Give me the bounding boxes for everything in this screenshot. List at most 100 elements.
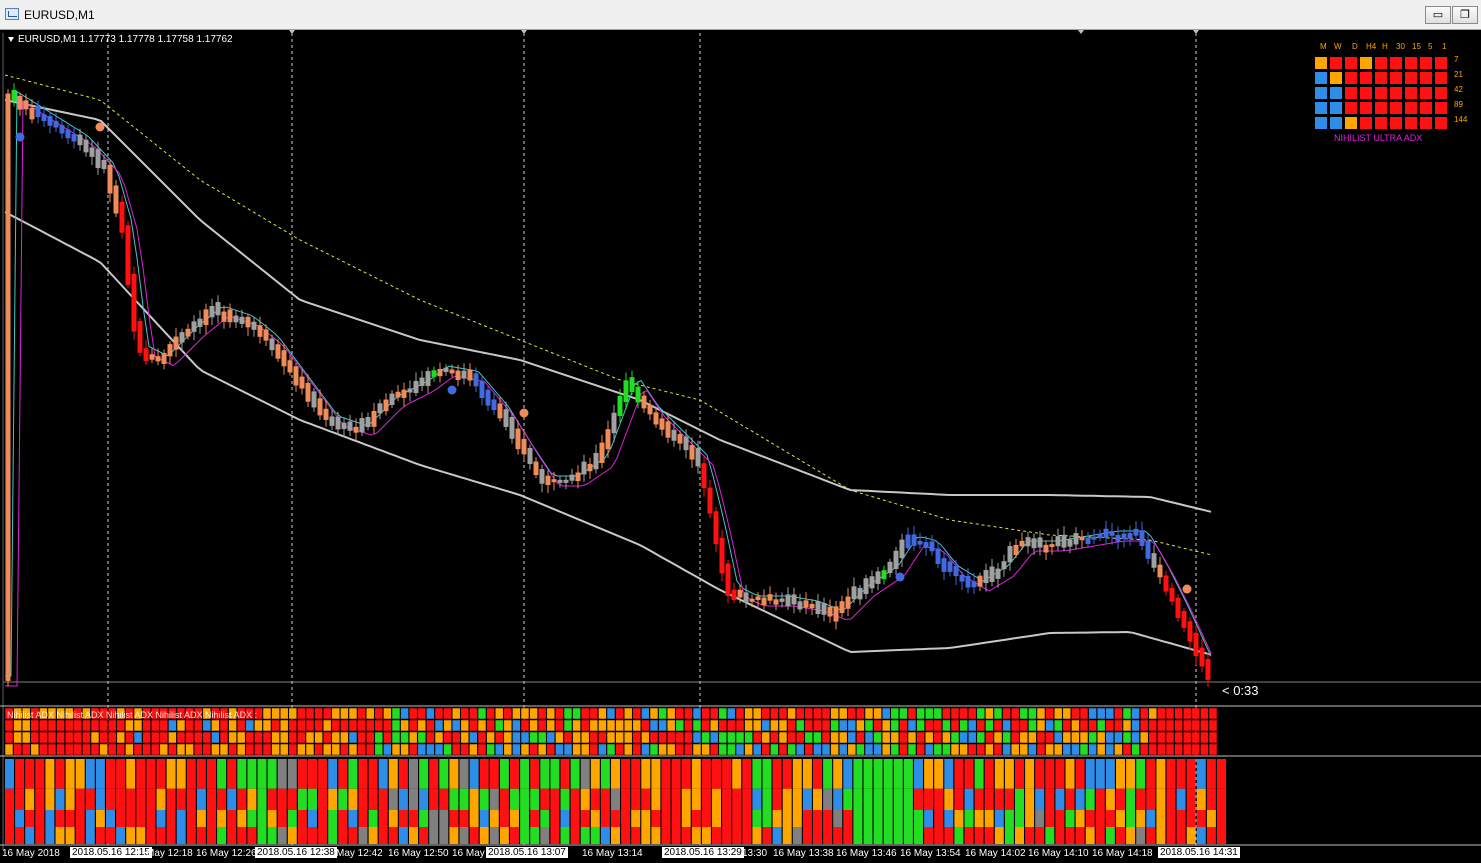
adx-grid-cell bbox=[383, 719, 392, 732]
adx-grid-cell bbox=[873, 743, 882, 756]
adx-grid-cell bbox=[1157, 707, 1166, 720]
mtf-cell bbox=[1329, 71, 1343, 85]
histogram-segment bbox=[277, 810, 287, 827]
adx-grid-cell bbox=[1088, 743, 1097, 756]
candle-body bbox=[569, 474, 575, 481]
histogram-segment bbox=[1217, 759, 1226, 789]
adx-grid-cell bbox=[555, 707, 564, 720]
histogram-segment bbox=[35, 810, 45, 827]
time-label: 16 May 13:54 bbox=[900, 848, 961, 859]
histogram-segment bbox=[994, 788, 1004, 810]
histogram-segment bbox=[984, 827, 994, 844]
adx-grid-cell bbox=[236, 719, 246, 732]
adx-grid-cell bbox=[1122, 719, 1132, 732]
histogram-segment bbox=[196, 788, 206, 810]
histogram-segment bbox=[247, 759, 257, 789]
candle-body bbox=[161, 352, 167, 364]
histogram-segment bbox=[5, 810, 14, 827]
histogram-segment bbox=[338, 788, 348, 810]
candle-body bbox=[311, 391, 317, 408]
adx-grid-cell bbox=[305, 731, 315, 744]
candle-body bbox=[989, 566, 995, 582]
histogram-segment bbox=[843, 759, 853, 789]
collapse-triangle-icon[interactable] bbox=[8, 36, 14, 42]
candle-body bbox=[377, 403, 383, 414]
adx-grid-cell bbox=[804, 707, 814, 720]
histogram-segment bbox=[914, 788, 923, 810]
adx-grid-cell bbox=[675, 743, 685, 756]
histogram-segment bbox=[611, 810, 620, 827]
histogram-segment bbox=[863, 827, 873, 844]
histogram-segment bbox=[328, 759, 338, 789]
adx-grid-cell bbox=[150, 719, 160, 732]
adx-grid-cell bbox=[856, 731, 865, 744]
adx-grid-cell bbox=[159, 743, 169, 756]
adx-grid-cell bbox=[1105, 731, 1115, 744]
histogram-segment bbox=[762, 759, 772, 789]
histogram-segment bbox=[308, 788, 317, 810]
histogram-segment bbox=[712, 759, 721, 789]
minimize-button[interactable]: ▭ bbox=[1425, 6, 1451, 24]
adx-grid-cell bbox=[236, 743, 246, 756]
adx-grid-cell bbox=[580, 719, 590, 732]
histogram-segment bbox=[186, 810, 196, 827]
adx-grid-cell bbox=[451, 707, 461, 720]
candle-body bbox=[185, 328, 191, 337]
histogram-segment bbox=[1176, 759, 1186, 789]
maximize-button[interactable]: ❐ bbox=[1452, 6, 1478, 24]
adx-grid-cell bbox=[864, 719, 874, 732]
adx-grid-cell bbox=[838, 707, 848, 720]
adx-grid-cell bbox=[4, 719, 14, 732]
adx-grid-cell bbox=[469, 707, 478, 720]
candle-body bbox=[353, 426, 359, 433]
adx-grid-cell bbox=[305, 719, 315, 732]
adx-grid-cell bbox=[245, 743, 255, 756]
candle-body bbox=[875, 571, 881, 584]
histogram-segment bbox=[1136, 788, 1146, 810]
adx-grid-cell bbox=[47, 719, 57, 732]
histogram-segment bbox=[217, 827, 227, 844]
adx-grid-cell bbox=[30, 743, 40, 756]
candle-body bbox=[491, 399, 497, 411]
histogram-segment bbox=[1055, 759, 1065, 789]
chart-canvas[interactable]: Nihilist ADX Nihilist ADX Nihilist ADX N… bbox=[0, 30, 1481, 863]
adx-grid-cell bbox=[374, 743, 384, 756]
adx-grid-cell bbox=[598, 707, 607, 720]
histogram-segment bbox=[388, 759, 398, 789]
histogram-segment bbox=[499, 788, 509, 810]
histogram-segment bbox=[1015, 759, 1024, 789]
adx-grid-cell bbox=[916, 719, 925, 732]
adx-grid-cell bbox=[976, 719, 986, 732]
mtf-cell bbox=[1314, 71, 1328, 85]
mtf-cell bbox=[1404, 86, 1418, 100]
histogram-segment bbox=[1095, 827, 1105, 844]
candle-body bbox=[65, 129, 71, 139]
adx-grid-cell bbox=[580, 707, 590, 720]
histogram-segment bbox=[1004, 759, 1014, 789]
histogram-segment bbox=[1136, 827, 1146, 844]
histogram-segment bbox=[590, 827, 600, 844]
adx-grid-cell bbox=[666, 719, 676, 732]
adx-grid-cell bbox=[1045, 743, 1054, 756]
histogram-segment bbox=[398, 788, 408, 810]
histogram-segment bbox=[873, 788, 883, 810]
histogram-segment bbox=[469, 759, 479, 789]
mtf-cell bbox=[1389, 56, 1403, 70]
adx-grid-cell bbox=[322, 743, 332, 756]
adx-grid-cell bbox=[348, 731, 358, 744]
adx-grid-cell bbox=[357, 719, 366, 732]
histogram-segment bbox=[267, 759, 277, 789]
histogram-segment bbox=[883, 827, 893, 844]
histogram-segment bbox=[863, 810, 873, 827]
price-chart-area[interactable]: Nihilist ADX Nihilist ADX Nihilist ADX N… bbox=[0, 30, 1481, 863]
adx-grid-cell bbox=[125, 731, 134, 744]
histogram-segment bbox=[106, 788, 115, 810]
candle-body bbox=[305, 382, 311, 402]
histogram-segment bbox=[1206, 759, 1216, 789]
histogram-segment bbox=[560, 827, 570, 844]
histogram-segment bbox=[772, 810, 782, 827]
histogram-segment bbox=[75, 827, 85, 844]
adx-grid-cell bbox=[503, 719, 513, 732]
adx-grid-cell bbox=[1019, 743, 1029, 756]
mtf-cell bbox=[1389, 86, 1403, 100]
